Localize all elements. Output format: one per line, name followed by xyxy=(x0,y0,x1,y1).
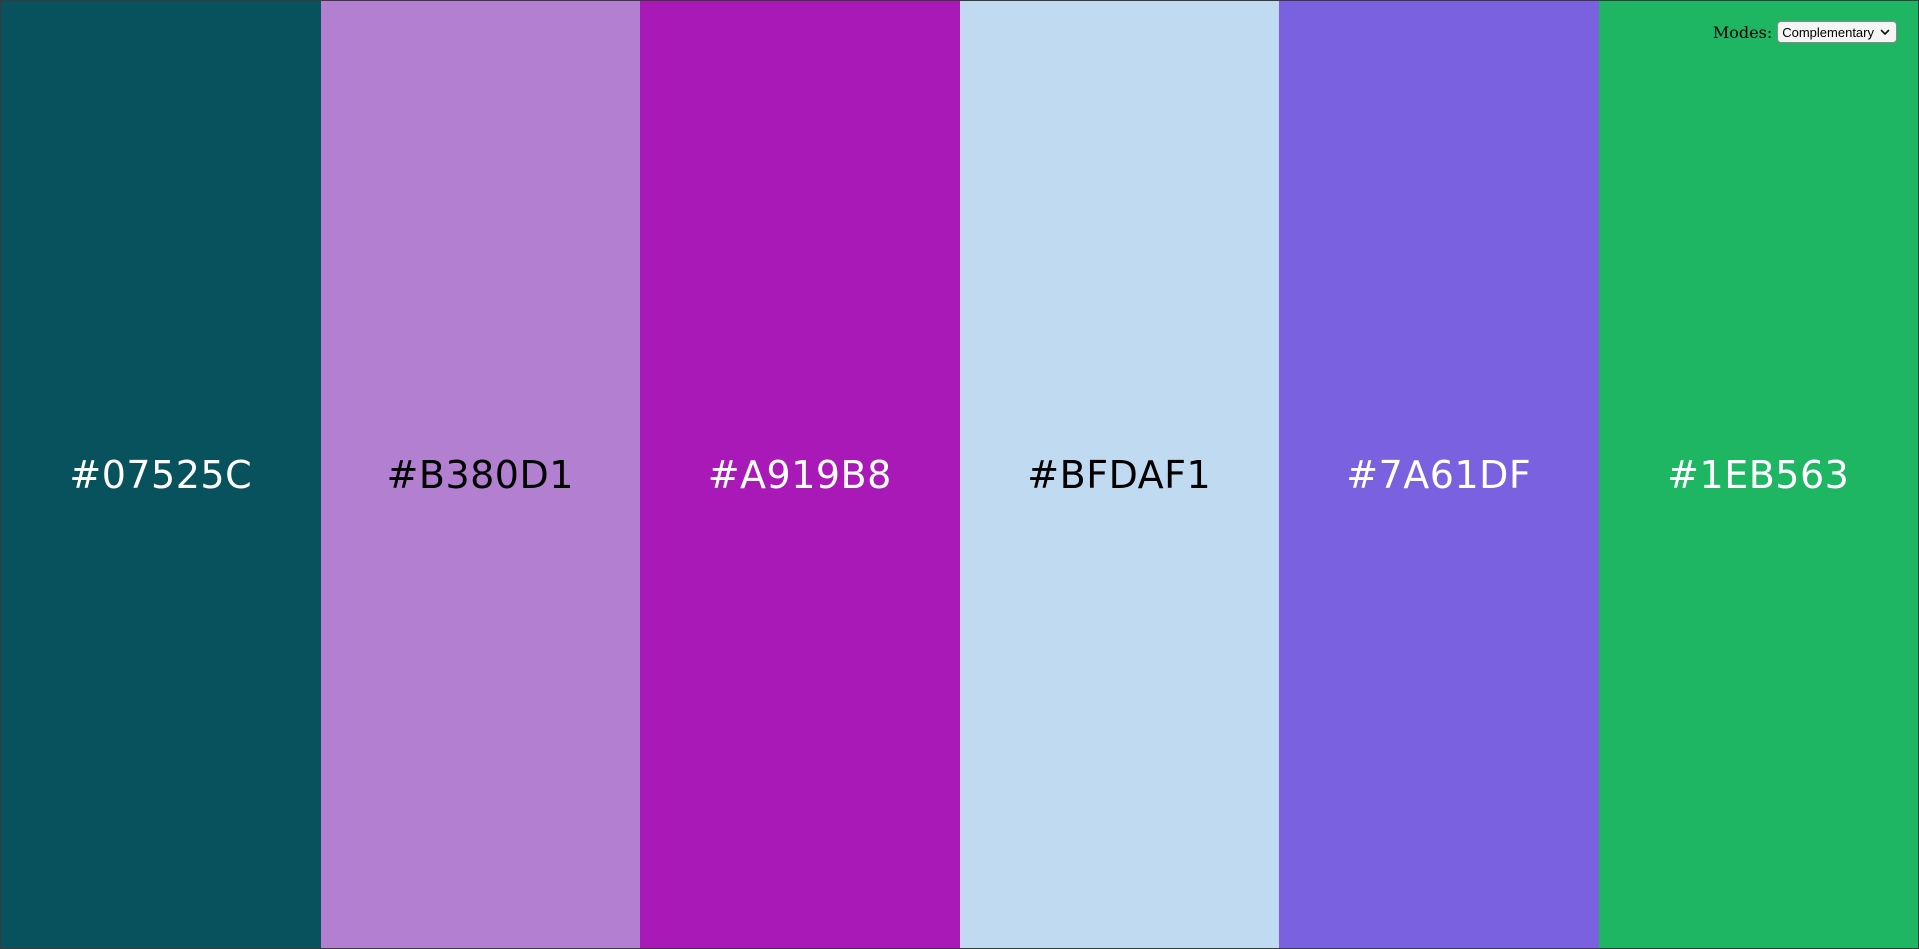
modes-label: Modes: xyxy=(1712,22,1773,42)
color-swatch-6[interactable]: #1EB563 xyxy=(1598,1,1918,948)
color-palette: #07525C #B380D1 #A919B8 #BFDAF1 #7A61DF … xyxy=(1,1,1918,948)
modes-control: Modes: Complementary xyxy=(1713,21,1897,43)
modes-select-value: Complementary xyxy=(1782,24,1874,40)
swatch-hex-label: #1EB563 xyxy=(1667,452,1850,497)
swatch-hex-label: #A919B8 xyxy=(707,452,892,497)
modes-select[interactable]: Complementary xyxy=(1777,21,1897,43)
swatch-hex-label: #B380D1 xyxy=(386,452,574,497)
color-swatch-4[interactable]: #BFDAF1 xyxy=(959,1,1279,948)
swatch-hex-label: #07525C xyxy=(69,452,253,497)
swatch-hex-label: #7A61DF xyxy=(1346,452,1532,497)
color-swatch-2[interactable]: #B380D1 xyxy=(320,1,640,948)
color-swatch-3[interactable]: #A919B8 xyxy=(640,1,960,948)
color-swatch-5[interactable]: #7A61DF xyxy=(1279,1,1599,948)
swatch-hex-label: #BFDAF1 xyxy=(1027,452,1212,497)
chevron-down-icon xyxy=(1880,29,1890,35)
color-swatch-1[interactable]: #07525C xyxy=(1,1,321,948)
